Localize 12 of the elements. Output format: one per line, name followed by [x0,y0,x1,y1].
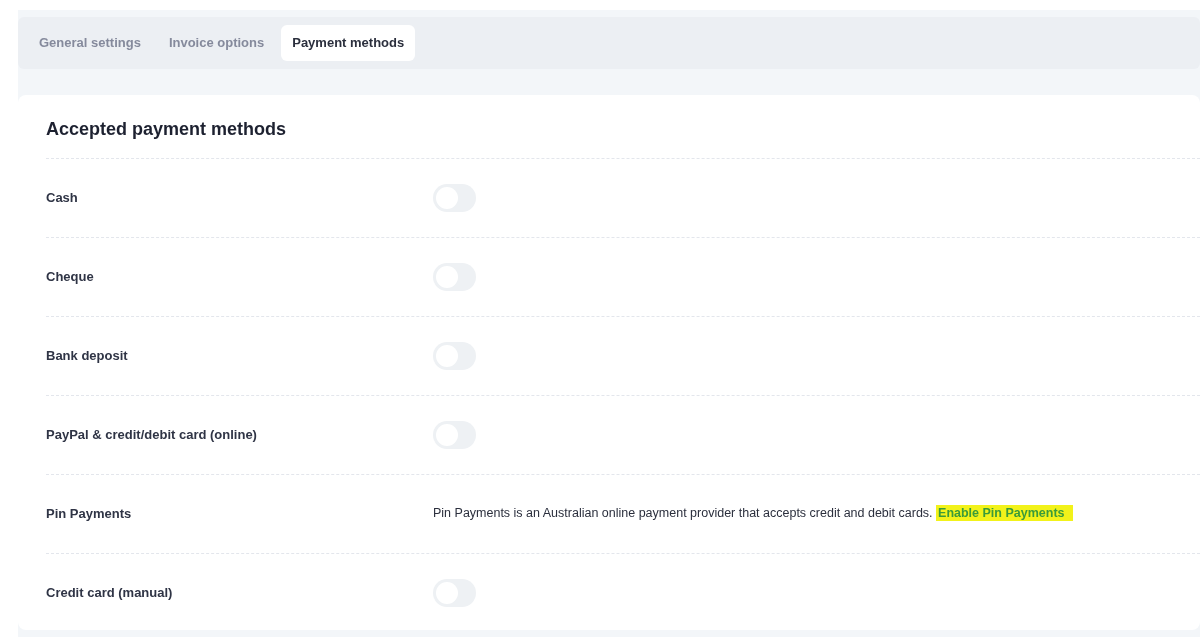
method-label: Cash [46,188,79,207]
method-label: Cheque [46,267,95,286]
method-label: Bank deposit [46,346,129,365]
section-title: Accepted payment methods [46,119,288,141]
tab[interactable]: General settings [28,25,152,61]
tab[interactable]: Invoice options [157,25,276,61]
enable-link[interactable]: Enable Pin Payments [936,505,1073,522]
description-text: Pin Payments is an Australian online payment provider that accepts credit and debit cards. Enable Pin Payments [433,504,1073,523]
method-label: PayPal & credit/debit card (online) [46,425,258,444]
method-label: Credit card (manual) [46,583,174,602]
tab[interactable]: Payment methods [281,25,416,61]
method-label: Pin Payments [46,504,133,523]
